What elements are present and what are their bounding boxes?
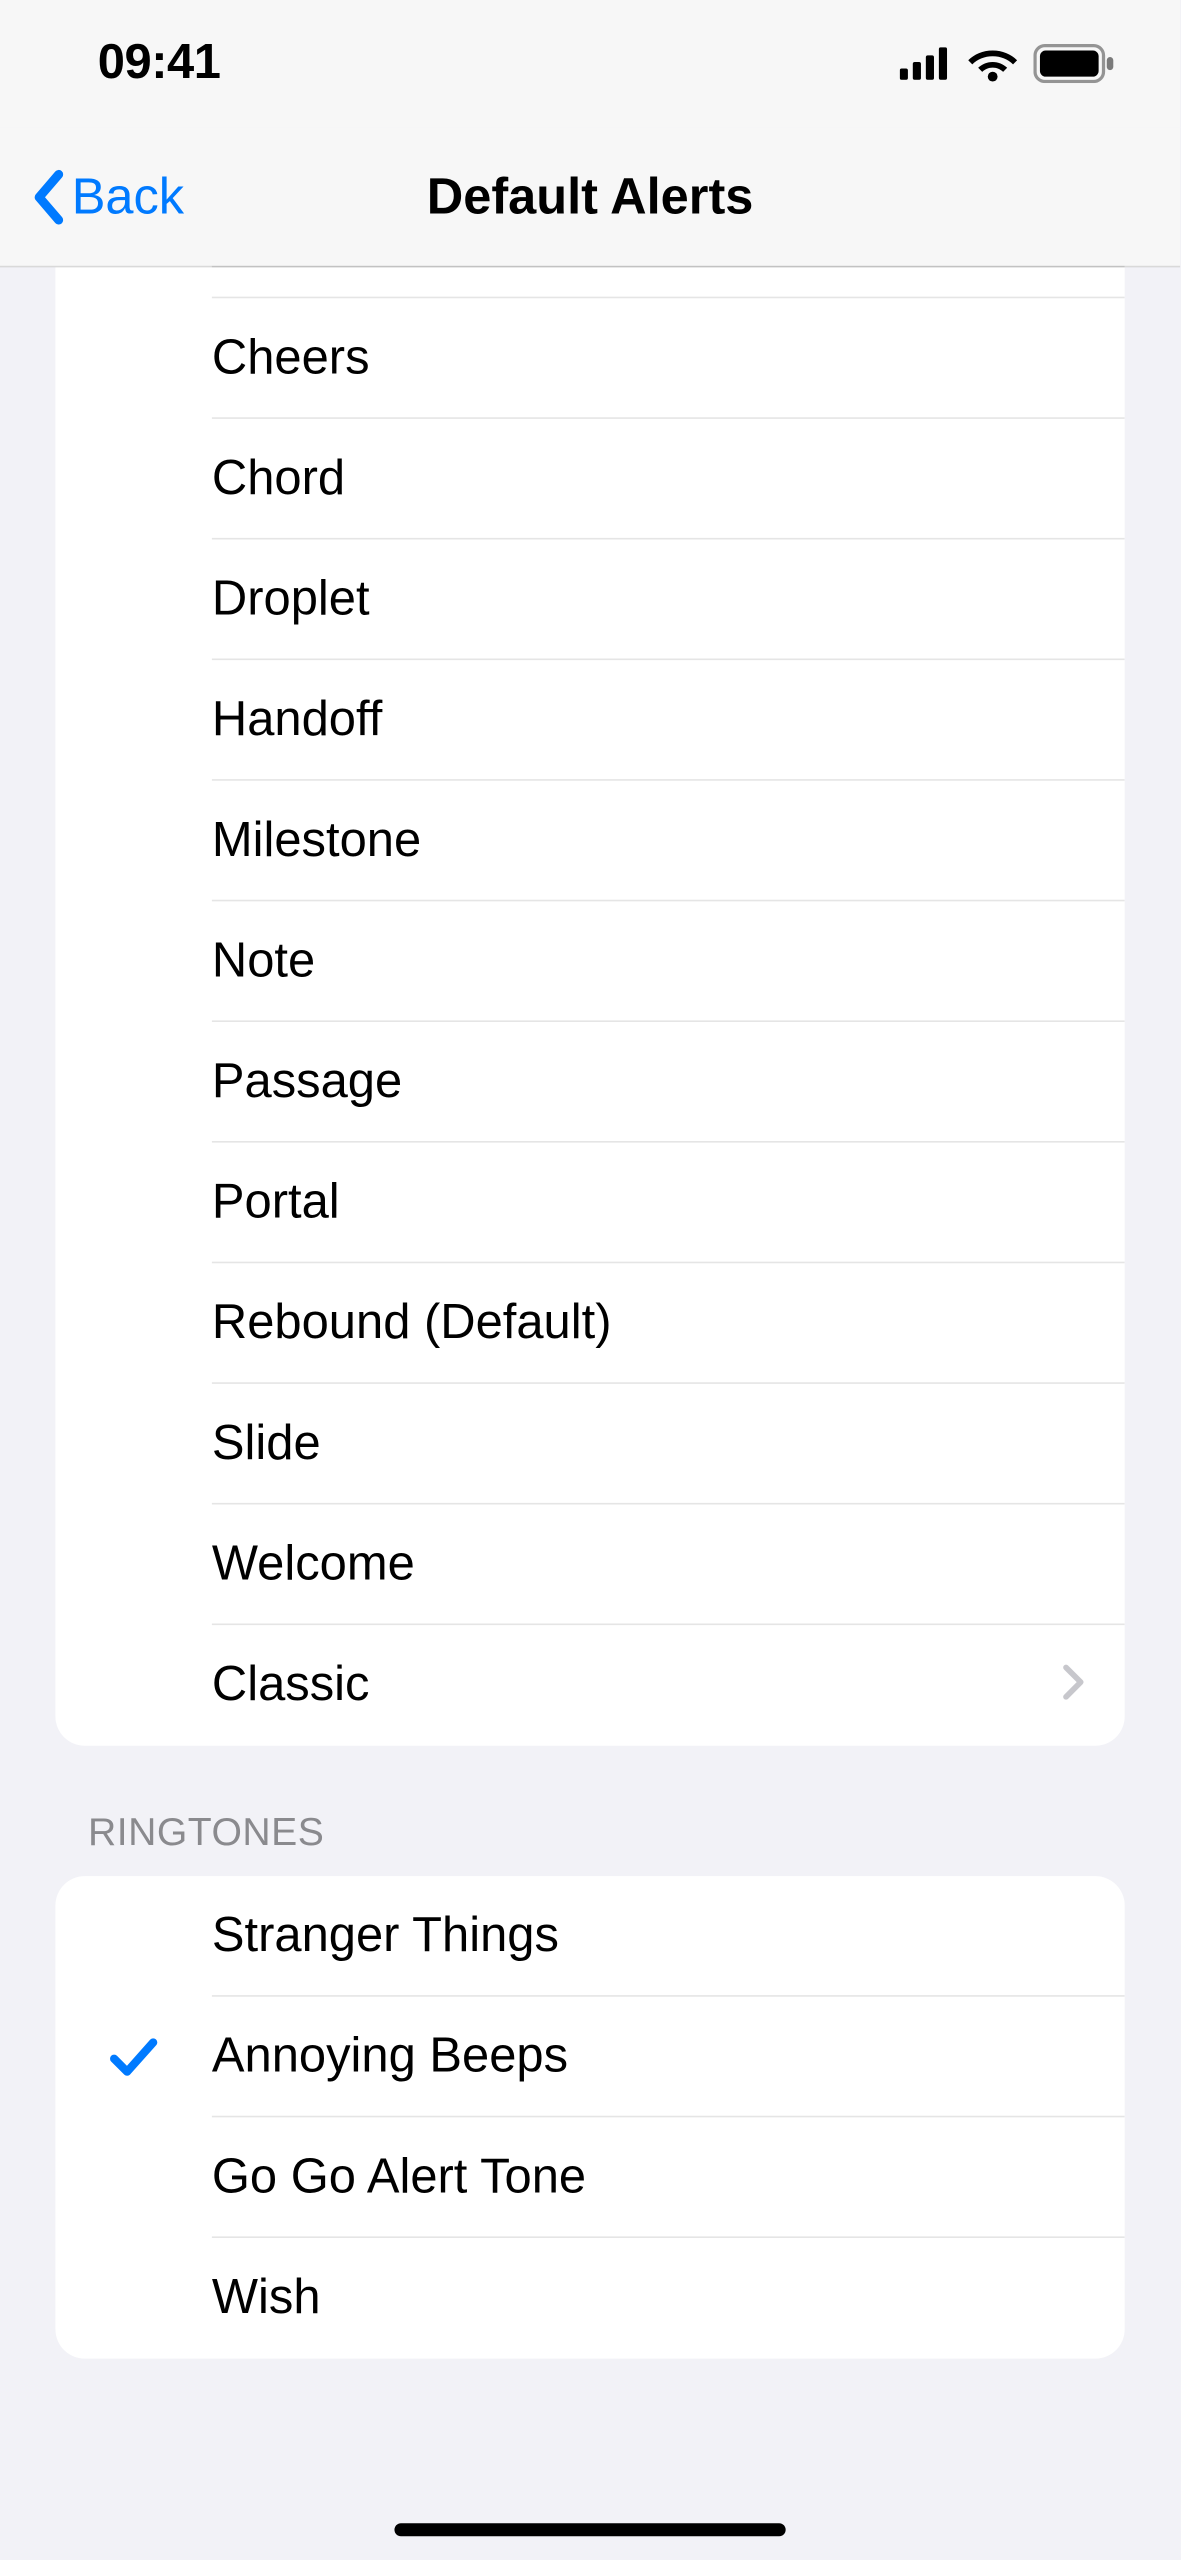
chevron-right-icon bbox=[1063, 1662, 1086, 1709]
home-indicator[interactable] bbox=[394, 2523, 785, 2536]
list-item-label: Chord bbox=[212, 451, 345, 506]
list-item[interactable]: Milestone bbox=[55, 781, 1124, 902]
list-item-label: Welcome bbox=[212, 1536, 415, 1591]
list-item[interactable]: Portal bbox=[55, 1143, 1124, 1264]
list-item-label: Droplet bbox=[212, 571, 370, 626]
list-item[interactable]: Droplet bbox=[55, 540, 1124, 661]
list-item-label: Go Go Alert Tone bbox=[212, 2149, 586, 2204]
list-item[interactable]: Chord bbox=[55, 419, 1124, 540]
list-item-label: Note bbox=[212, 933, 315, 988]
list-item-label: Handoff bbox=[212, 692, 382, 747]
list-item-label: Cheers bbox=[212, 330, 370, 385]
list-item[interactable]: Annoying Beeps bbox=[55, 1997, 1124, 2118]
chevron-left-icon bbox=[29, 167, 65, 226]
list-item-label: Classic bbox=[212, 1658, 370, 1713]
list-item[interactable]: Cheers bbox=[55, 298, 1124, 419]
battery-icon bbox=[1033, 44, 1115, 83]
back-button[interactable]: Back bbox=[0, 167, 184, 226]
list-item[interactable]: Go Go Alert Tone bbox=[55, 2117, 1124, 2238]
list-item-label: Milestone bbox=[212, 813, 421, 868]
list-item-label: Portal bbox=[212, 1174, 340, 1229]
list-item-label: Annoying Beeps bbox=[212, 2029, 568, 2084]
checkmark-icon bbox=[108, 2034, 160, 2080]
list-item[interactable]: Wish bbox=[55, 2238, 1124, 2359]
list-item-label: Wish bbox=[212, 2271, 321, 2326]
cellular-icon bbox=[900, 47, 952, 80]
list-item-label: Slide bbox=[212, 1416, 321, 1471]
list-item-label: Rebound (Default) bbox=[212, 1295, 612, 1350]
list-item[interactable]: Passage bbox=[55, 1022, 1124, 1143]
alert-tone-group: Cheers Chord Droplet Handoff bbox=[55, 266, 1124, 1746]
list-item-label: Passage bbox=[212, 1054, 402, 1109]
list-item[interactable]: Stranger Things bbox=[55, 1876, 1124, 1997]
back-label: Back bbox=[72, 167, 184, 226]
ringtones-group: Stranger Things Annoying Beeps bbox=[55, 1876, 1124, 2358]
list-item[interactable]: Handoff bbox=[55, 660, 1124, 781]
section-header-ringtones: RINGTONES bbox=[55, 1746, 1124, 1876]
page-title: Default Alerts bbox=[427, 167, 754, 226]
navigation-bar: Back Default Alerts bbox=[0, 127, 1180, 267]
list-item[interactable] bbox=[55, 266, 1124, 299]
list-item[interactable]: Slide bbox=[55, 1384, 1124, 1505]
status-indicators bbox=[900, 44, 1115, 83]
list-item[interactable]: Welcome bbox=[55, 1504, 1124, 1625]
list-item[interactable]: Rebound (Default) bbox=[55, 1263, 1124, 1384]
list-item-classic[interactable]: Classic bbox=[55, 1625, 1124, 1746]
wifi-icon bbox=[968, 46, 1017, 82]
list-item-label: Stranger Things bbox=[212, 1908, 559, 1963]
list-item[interactable]: Note bbox=[55, 901, 1124, 1022]
status-time: 09:41 bbox=[98, 36, 221, 91]
status-bar: 09:41 bbox=[0, 0, 1180, 127]
